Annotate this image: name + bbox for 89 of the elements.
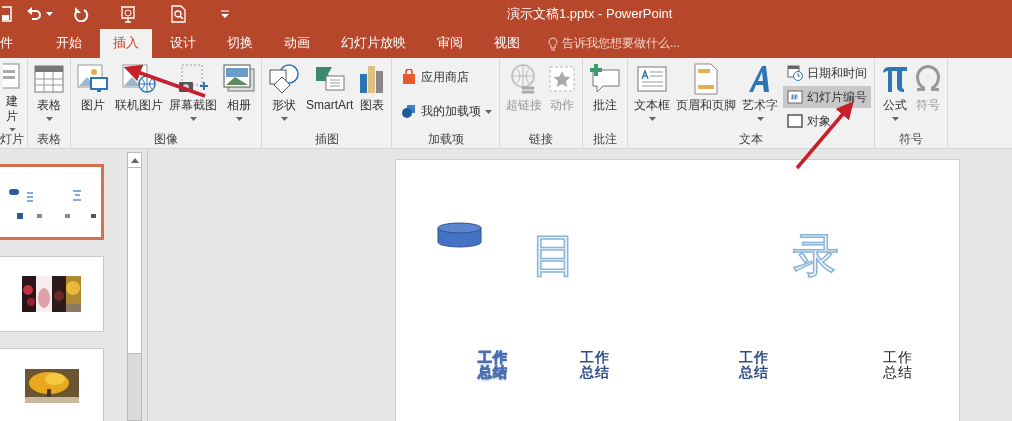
ribbon-button[interactable]: 艺术字: [739, 62, 782, 132]
group-label: 灯片: [0, 132, 24, 146]
ribbon-tab[interactable]: 切换: [214, 29, 266, 58]
ribbon-button[interactable]: 联机图片: [112, 62, 166, 132]
ribbon-tab[interactable]: 件: [0, 29, 13, 58]
photo-album-icon: [223, 64, 255, 94]
ribbon-tab[interactable]: 视图: [481, 29, 533, 58]
ribbon-button[interactable]: 相册: [220, 62, 258, 132]
comment-icon: [589, 64, 622, 94]
caret-icon: [235, 117, 243, 121]
ribbon-button[interactable]: 我的加载项: [397, 100, 497, 122]
ribbon-button[interactable]: 应用商店: [397, 66, 497, 88]
ribbon-tab[interactable]: 审阅: [424, 29, 476, 58]
slide-text: 工作总结: [739, 350, 769, 380]
scroll-up-icon[interactable]: [130, 157, 139, 163]
caret-icon: [280, 117, 288, 121]
annotation-arrow: [795, 101, 854, 170]
slide-title-text: 录: [793, 232, 839, 278]
table-icon: [34, 65, 64, 93]
ribbon-button[interactable]: 公式: [878, 62, 913, 132]
caret-icon: [648, 117, 656, 121]
ribbon-button[interactable]: 页眉和页脚: [673, 62, 740, 132]
caret-icon: [45, 117, 53, 121]
group-label: 插图: [314, 132, 339, 146]
save-icon[interactable]: [2, 5, 12, 22]
lightbulb-icon: [548, 36, 558, 51]
picture-icon: [77, 64, 109, 94]
slide-text: 工作总结: [883, 350, 913, 380]
presentation-icon[interactable]: [119, 4, 137, 23]
header-footer-icon: [694, 63, 719, 95]
scrollbar[interactable]: [127, 152, 142, 421]
add-in-icon: [401, 103, 418, 119]
slide-number-icon: [787, 89, 804, 105]
smartart-icon: [313, 65, 346, 93]
scroll-thumb[interactable]: [128, 168, 141, 354]
ribbon-button[interactable]: 图片: [74, 62, 112, 132]
group-label: 图像: [154, 132, 178, 146]
tell-me-search[interactable]: 告诉我您想要做什么...: [548, 29, 680, 58]
omega-icon: [915, 65, 942, 93]
ribbon-tab[interactable]: 动画: [271, 29, 323, 58]
ribbon-button[interactable]: 对象: [783, 110, 872, 132]
caret-icon: [485, 110, 493, 114]
tell-me-placeholder: 告诉我您想要做什么...: [562, 35, 680, 52]
print-preview-icon[interactable]: [171, 4, 187, 23]
ribbon-button[interactable]: SmartArt: [303, 62, 357, 132]
group-label: 文本: [739, 132, 764, 146]
caret-icon: [8, 128, 16, 132]
undo-icon[interactable]: [26, 5, 42, 22]
store-bag-icon: [401, 69, 418, 85]
slide-thumbnail[interactable]: [0, 256, 104, 332]
slide-text: 工作总结: [580, 350, 610, 380]
slide-text: 工作总结: [478, 350, 508, 380]
group-label: 表格: [37, 132, 61, 146]
slide-title-text: 目: [531, 232, 577, 278]
object-icon: [787, 113, 804, 129]
ribbon-button[interactable]: 建片: [0, 62, 24, 132]
ribbon-button[interactable]: 屏幕截图: [166, 62, 220, 132]
caret-icon: [891, 117, 899, 121]
group-label: 链接: [529, 132, 554, 146]
ribbon-tab[interactable]: 开始: [43, 29, 95, 58]
ribbon-tab[interactable]: 幻灯片放映: [328, 29, 419, 58]
ribbon-button[interactable]: 批注: [586, 62, 625, 132]
ribbon-tab[interactable]: 插入: [100, 29, 152, 58]
cylinder-shape: [437, 222, 482, 248]
ribbon-button[interactable]: 形状: [265, 62, 303, 132]
customize-icon[interactable]: [221, 9, 229, 18]
shapes-icon: [268, 64, 300, 94]
text-box-icon: [637, 66, 668, 92]
ribbon-tab[interactable]: 设计: [157, 29, 209, 58]
online-picture-icon: [122, 64, 156, 94]
screenshot-icon: [176, 64, 210, 94]
ribbon-button[interactable]: 图表: [356, 62, 389, 132]
redo-icon[interactable]: [73, 5, 89, 22]
slide-thumbnail[interactable]: [0, 348, 104, 421]
ribbon-button[interactable]: 文本框: [631, 62, 674, 132]
bar-chart-icon: [359, 64, 386, 94]
group-label: 加载项: [427, 132, 464, 146]
slide-thumbnail[interactable]: [0, 164, 104, 240]
ribbon-button[interactable]: 幻灯片编号: [783, 86, 872, 108]
ribbon-button[interactable]: 表格: [31, 62, 67, 132]
pi-icon: [881, 65, 910, 93]
calendar-clock-icon: [787, 65, 804, 81]
caret-icon: [189, 117, 197, 121]
group-label: 批注: [593, 132, 618, 146]
caret-icon: [756, 117, 764, 121]
group-label: 符号: [899, 132, 924, 146]
caret-icon[interactable]: [46, 11, 53, 16]
window-title: 演示文稿1.pptx - PowerPoint: [507, 4, 673, 23]
ribbon-button[interactable]: 日期和时间: [783, 62, 872, 84]
